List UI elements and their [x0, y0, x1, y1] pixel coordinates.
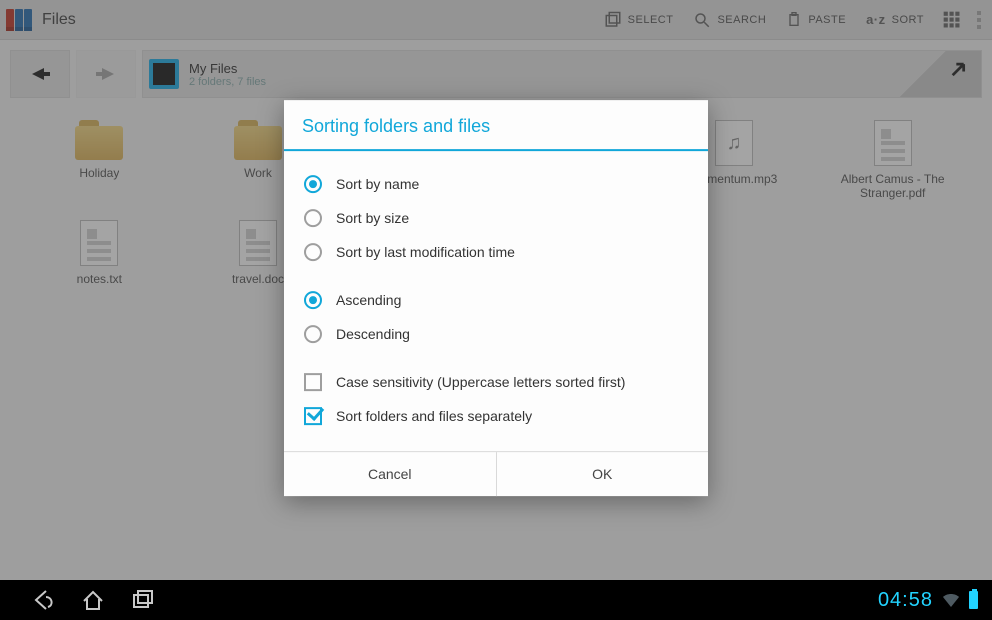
radio-icon: [304, 291, 322, 309]
radio-sort-name[interactable]: Sort by name: [302, 167, 690, 201]
radio-label: Sort by size: [336, 210, 409, 226]
sys-home-button[interactable]: [80, 587, 106, 613]
radio-label: Sort by last modification time: [336, 244, 515, 260]
checkbox-icon: [304, 373, 322, 391]
checkbox-separate-folders[interactable]: Sort folders and files separately: [302, 399, 690, 433]
radio-icon: [304, 325, 322, 343]
radio-sort-mtime[interactable]: Sort by last modification time: [302, 235, 690, 269]
ok-button[interactable]: OK: [496, 452, 709, 496]
sort-dialog: Sorting folders and files Sort by name S…: [284, 100, 708, 496]
radio-icon: [304, 243, 322, 261]
sys-back-button[interactable]: [30, 587, 56, 613]
radio-label: Ascending: [336, 292, 401, 308]
screen: Files SELECT SEARCH PASTE a·z SORT: [0, 0, 992, 620]
status-clock: 04:58: [878, 589, 933, 612]
radio-label: Descending: [336, 326, 410, 342]
dialog-title: Sorting folders and files: [284, 100, 708, 151]
sys-recents-button[interactable]: [130, 587, 156, 613]
radio-icon: [304, 175, 322, 193]
system-nav-bar: 04:58: [0, 580, 992, 620]
radio-order-asc[interactable]: Ascending: [302, 283, 690, 317]
cancel-button[interactable]: Cancel: [284, 452, 496, 496]
checkbox-label: Sort folders and files separately: [336, 408, 532, 424]
radio-sort-size[interactable]: Sort by size: [302, 201, 690, 235]
checkbox-label: Case sensitivity (Uppercase letters sort…: [336, 374, 625, 390]
checkbox-icon: [304, 407, 322, 425]
wifi-icon: [941, 591, 961, 609]
radio-order-desc[interactable]: Descending: [302, 317, 690, 351]
checkbox-case-sensitive[interactable]: Case sensitivity (Uppercase letters sort…: [302, 365, 690, 399]
battery-icon: [969, 591, 978, 609]
radio-label: Sort by name: [336, 176, 419, 192]
radio-icon: [304, 209, 322, 227]
